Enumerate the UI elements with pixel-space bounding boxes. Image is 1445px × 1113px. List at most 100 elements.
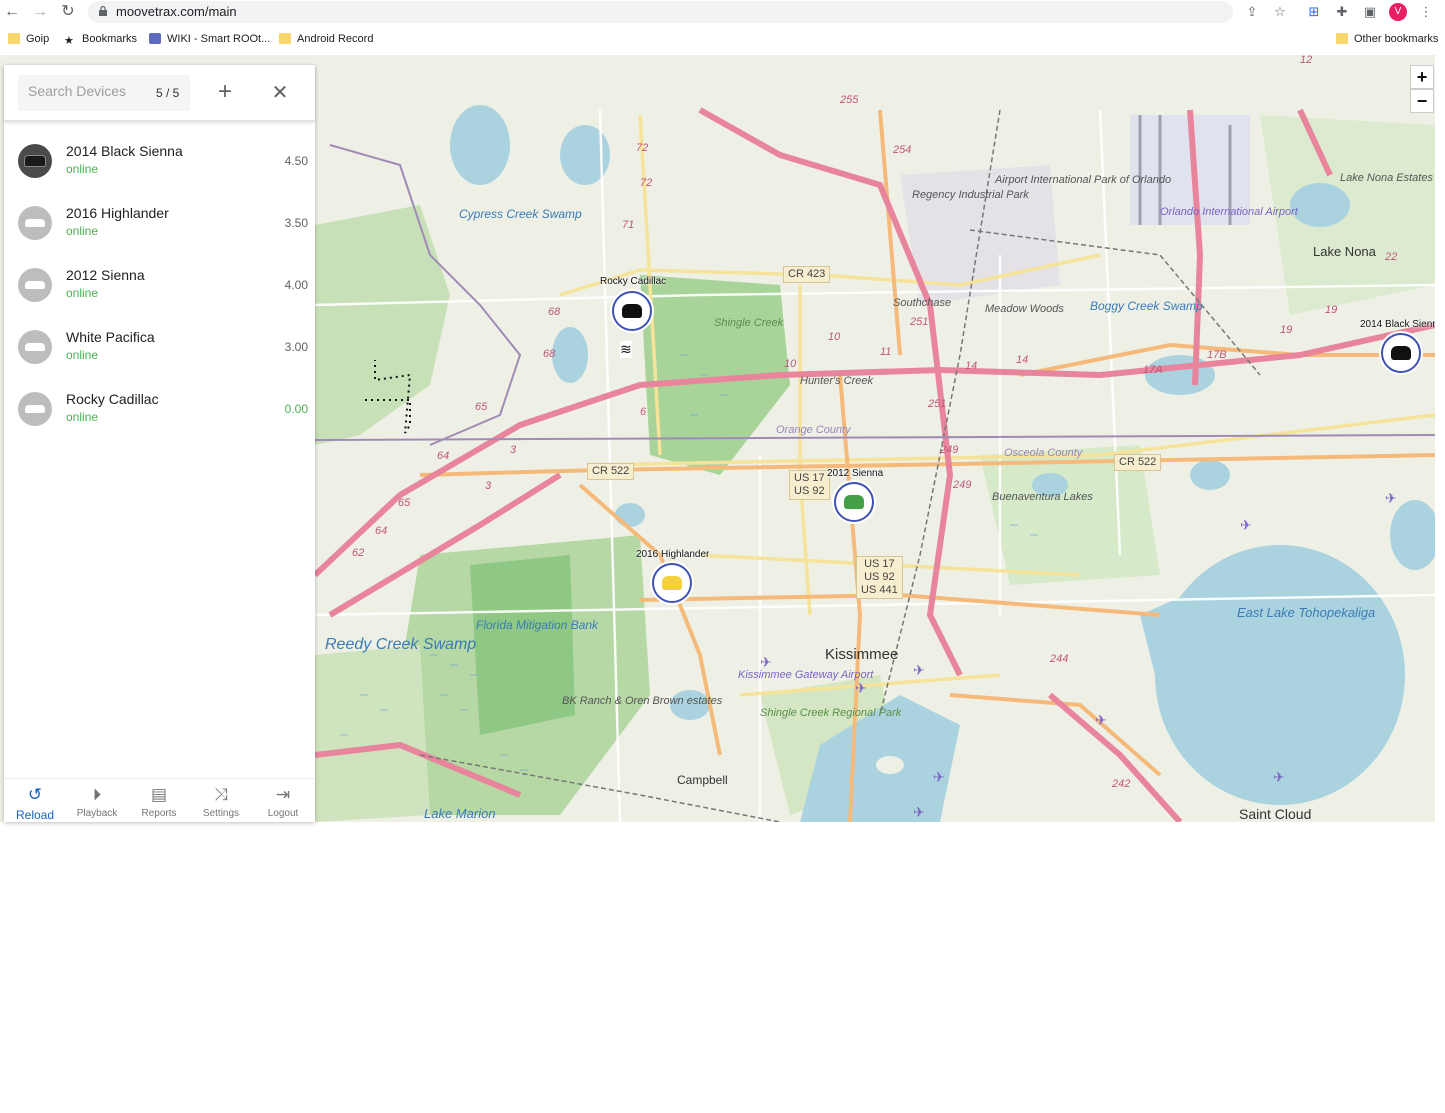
svg-text:✈: ✈ [1273, 770, 1285, 786]
device-name: 2012 Sienna [66, 267, 145, 283]
map-label-lake-nona-estates: Lake Nona Estates [1340, 172, 1433, 184]
water-symbol-icon: ≋ [620, 341, 632, 358]
nav-settings[interactable]: ⤨ Settings [190, 779, 252, 823]
forward-arrow-icon[interactable]: → [30, 2, 50, 22]
svg-text:17B: 17B [1207, 349, 1227, 361]
bottom-navigation: ↺ Reload ⏵ Playback ▤ Reports ⤨ Settings… [4, 778, 315, 822]
road-shield-us17: US 17 US 92 [789, 470, 830, 500]
map-label-shingle-creek: Shingle Creek [714, 317, 784, 329]
svg-text:10: 10 [784, 358, 797, 370]
map-label-boggy-creek: Boggy Creek Swamp [1090, 299, 1203, 313]
svg-text:254: 254 [892, 144, 911, 156]
map-label-buenaventura: Buenaventura Lakes [992, 491, 1093, 503]
svg-text:14: 14 [965, 360, 977, 372]
nav-playback[interactable]: ⏵ Playback [66, 779, 128, 823]
star-icon: ★ [64, 35, 74, 47]
svg-text:✈: ✈ [1240, 518, 1252, 534]
map-label-saint-cloud: Saint Cloud [1239, 806, 1312, 822]
device-status: online [66, 224, 99, 238]
menu-dots-icon[interactable]: ⋮ [1416, 2, 1436, 22]
star-icon[interactable]: ☆ [1270, 2, 1290, 22]
device-value: 4.00 [284, 278, 308, 292]
folder-icon [8, 33, 20, 44]
car-icon [18, 268, 52, 302]
nav-label: Settings [202, 808, 240, 819]
device-name: 2016 Highlander [66, 205, 169, 221]
bookmark-other[interactable]: Other bookmarks [1336, 31, 1438, 47]
sidebar-icon[interactable]: ▣ [1360, 2, 1380, 22]
back-arrow-icon[interactable]: ← [2, 2, 22, 22]
svg-text:249: 249 [952, 479, 971, 491]
device-status: online [66, 348, 99, 362]
device-item-2014-black-sienna[interactable]: 2014 Black Sienna online 4.50 [4, 131, 315, 193]
search-devices-input[interactable] [28, 83, 143, 99]
van-icon [1391, 346, 1411, 360]
svg-text:65: 65 [475, 401, 488, 413]
nav-reload[interactable]: ↺ Reload [4, 779, 66, 823]
map-label-regency: Regency Industrial Park [912, 189, 1029, 201]
svg-text:3: 3 [485, 480, 492, 492]
bookmark-android-record[interactable]: Android Record [279, 31, 373, 47]
zoom-out-button[interactable]: − [1410, 89, 1434, 113]
map-label-shingle-regional: Shingle Creek Regional Park [760, 707, 902, 719]
marker-label-2016-highlander: 2016 Highlander [636, 549, 710, 560]
add-device-button[interactable]: + [213, 80, 237, 105]
road-shield-cr522: CR 522 [587, 463, 635, 480]
device-item-rocky-cadillac[interactable]: Rocky Cadillac online 0.00 [4, 379, 315, 441]
marker-label-2012-sienna: 2012 Sienna [827, 468, 884, 479]
svg-text:✈: ✈ [933, 770, 945, 786]
device-item-2012-sienna[interactable]: 2012 Sienna online 4.00 [4, 255, 315, 317]
device-item-white-pacifica[interactable]: White Pacifica online 3.00 [4, 317, 315, 379]
nav-label: Playback [76, 808, 118, 819]
road-shield-us17: US 17 US 92 US 441 [856, 556, 903, 599]
svg-text:✈: ✈ [913, 805, 925, 821]
map-label-cypress-creek: Cypress Creek Swamp [459, 207, 582, 221]
device-item-2016-highlander[interactable]: 2016 Highlander online 3.50 [4, 193, 315, 255]
device-list: 2014 Black Sienna online 4.50 2016 Highl… [4, 131, 315, 441]
share-icon[interactable]: ⇪ [1242, 2, 1262, 22]
car-icon [622, 304, 642, 318]
wiki-favicon [149, 33, 161, 44]
folder-icon [1336, 33, 1348, 44]
car-icon [18, 392, 52, 426]
vehicle-marker-2012-sienna[interactable] [834, 482, 874, 522]
refresh-icon[interactable]: ↻ [58, 2, 78, 22]
svg-text:✈: ✈ [1095, 713, 1107, 729]
device-value: 0.00 [284, 402, 308, 416]
device-name: 2014 Black Sienna [66, 143, 183, 159]
nav-label: Reports [141, 808, 177, 819]
car-icon [18, 206, 52, 240]
profile-avatar[interactable]: V [1389, 3, 1407, 21]
vehicle-photo-avatar [18, 144, 52, 178]
translate-icon[interactable]: ⊞ [1304, 2, 1324, 22]
svg-text:249: 249 [939, 444, 958, 456]
url-text: moovetrax.com/main [116, 4, 237, 19]
bookmark-bookmarks[interactable]: ★ Bookmarks [64, 31, 137, 47]
address-bar[interactable]: moovetrax.com/main [88, 1, 1233, 23]
svg-text:251: 251 [909, 316, 928, 328]
device-value: 3.50 [284, 216, 308, 230]
device-status: online [66, 410, 99, 424]
nav-logout[interactable]: ⇥ Logout [252, 779, 314, 823]
nav-reports[interactable]: ▤ Reports [128, 779, 190, 823]
nav-label: Reload [15, 808, 55, 822]
vehicle-marker-rocky-cadillac[interactable] [612, 291, 652, 331]
map-label-campbell: Campbell [677, 773, 728, 787]
zoom-in-button[interactable]: + [1410, 65, 1434, 89]
bookmark-wiki[interactable]: WIKI - Smart ROOt... [149, 31, 270, 47]
suv-icon [662, 576, 682, 590]
svg-text:✈: ✈ [855, 681, 867, 697]
svg-text:244: 244 [1049, 653, 1068, 665]
map-label-florida-mitigation: Florida Mitigation Bank [476, 618, 599, 632]
bookmark-goip[interactable]: Goip [8, 31, 49, 47]
vehicle-marker-2016-highlander[interactable] [652, 563, 692, 603]
map-label-east-lake: East Lake Tohopekaliga [1237, 605, 1376, 620]
shuffle-icon: ⤨ [214, 785, 228, 804]
device-value: 4.50 [284, 154, 308, 168]
vehicle-marker-2014-black-sienna[interactable] [1381, 333, 1421, 373]
device-panel: 5 / 5 + ✕ 2014 Black Sienna online 4.50 … [4, 65, 315, 822]
map-label-southchase: Southchase [893, 297, 952, 309]
extensions-icon[interactable]: ✚ [1332, 2, 1352, 22]
close-panel-button[interactable]: ✕ [268, 81, 292, 105]
device-name: Rocky Cadillac [66, 391, 159, 407]
